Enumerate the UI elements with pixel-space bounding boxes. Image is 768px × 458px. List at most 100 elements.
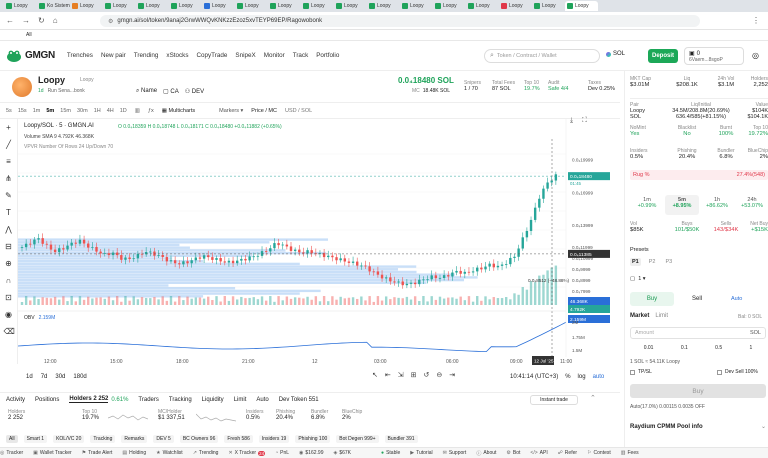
browser-tab[interactable]: Loopy (466, 1, 499, 11)
interval-5s[interactable]: 5s (6, 108, 12, 114)
interval-4H[interactable]: 4H (107, 108, 114, 114)
statusbar-support[interactable]: ✉ Support (443, 450, 467, 456)
interval-1D[interactable]: 1D (120, 108, 127, 114)
logo[interactable]: GMGN (6, 49, 55, 63)
pattern-icon[interactable]: ⋀ (4, 225, 14, 235)
token-creator[interactable]: Run Sena...bonk (48, 88, 85, 94)
tab-positions[interactable]: Positions (35, 397, 59, 403)
browser-tab[interactable]: Loopy (367, 1, 400, 11)
ca-link[interactable]: ▢ CA (163, 88, 179, 95)
eye-icon[interactable]: ◉ (4, 310, 14, 320)
statusbar--67k[interactable]: ◈ $67K (333, 450, 351, 456)
deposit-button[interactable]: Deposit (648, 49, 678, 63)
interval-1H[interactable]: 1H (94, 108, 101, 114)
statusbar-about[interactable]: ⓘ About (476, 450, 496, 457)
horizontal-line-icon[interactable]: ≡ (4, 157, 14, 167)
reset-icon[interactable]: ↺ (424, 371, 430, 379)
pitchfork-icon[interactable]: ⋔ (4, 174, 14, 184)
zoom-icon[interactable]: ⊕ (4, 259, 14, 269)
filter-chip[interactable]: Fresh 586 (224, 435, 253, 443)
buy-button[interactable]: Buy (630, 384, 766, 398)
statusbar-api[interactable]: </> API (530, 450, 547, 456)
lock-icon[interactable]: ⊡ (4, 293, 14, 303)
statusbar-tracker[interactable]: ◎ Tracker (0, 450, 23, 456)
filter-chip[interactable]: All (6, 435, 18, 443)
statusbar-wallet-tracker[interactable]: ▣ Wallet Tracker (33, 450, 72, 456)
bookmarks-all[interactable]: All (26, 32, 32, 38)
trendline-icon[interactable]: ╱ (4, 140, 14, 150)
browser-tab[interactable]: Loopy (301, 1, 334, 11)
trash-icon[interactable]: ⌫ (4, 327, 15, 337)
tab-auto[interactable]: Auto (256, 397, 268, 403)
browser-tab[interactable]: Loopy (400, 1, 433, 11)
step-back-icon[interactable]: ⇲ (398, 371, 404, 379)
devsell-checkbox[interactable]: Dev Sell 100% (717, 369, 758, 375)
text-icon[interactable]: T (4, 208, 14, 218)
panel-expand-icon[interactable]: ⌃ (590, 394, 596, 402)
indicators-icon[interactable]: ƒx (148, 108, 154, 114)
nav-new-pair[interactable]: New pair (101, 52, 126, 59)
amount-preset[interactable]: 0.1 (681, 345, 688, 351)
tab-holders[interactable]: Holders 2 252 (69, 396, 109, 403)
tab-traders[interactable]: Traders (138, 397, 158, 403)
nav-trenches[interactable]: Trenches (67, 52, 93, 59)
price-mc-toggle[interactable]: Price / MC (251, 108, 277, 114)
range-30d[interactable]: 30d (55, 374, 65, 380)
limit-tab[interactable]: Limit (655, 313, 668, 319)
statusbar-watchlist[interactable]: ★ Watchlist (156, 450, 183, 456)
home-icon[interactable]: ⌂ (53, 16, 58, 25)
dev-link[interactable]: ⚇ DEV (185, 88, 204, 95)
range-7d[interactable]: 7d (41, 374, 48, 380)
browser-tab[interactable]: Loopy (532, 1, 565, 11)
tpsl-checkbox[interactable]: TP/SL (630, 369, 652, 375)
ruler-icon[interactable]: ⊟ (4, 242, 14, 252)
filter-chip[interactable]: DEV 5 (153, 435, 174, 443)
browser-tab[interactable]: Loopy (334, 1, 367, 11)
filter-chip[interactable]: Remarks (121, 435, 148, 443)
crosshair-icon[interactable]: + (4, 123, 14, 133)
preset-P2[interactable]: P2 (647, 258, 658, 266)
statusbar-trade-alert[interactable]: ⚑ Trade Alert (82, 450, 113, 456)
amount-preset[interactable]: 1 (750, 345, 753, 351)
period-1h[interactable]: 1h +86.62% (700, 195, 734, 215)
tab-liquidity[interactable]: Liquidity (202, 397, 224, 403)
statusbar-fees[interactable]: ▥ Fees (621, 450, 639, 456)
interval-5m[interactable]: 5m (46, 108, 54, 114)
preset-P3[interactable]: P3 (663, 258, 674, 266)
amount-preset[interactable]: 0.01 (644, 345, 654, 351)
magnet-icon[interactable]: ∩ (4, 276, 14, 286)
nav-copytrade[interactable]: CopyTrade (196, 52, 227, 59)
wallet-select[interactable]: ▢ 1 ▾ (630, 276, 646, 282)
browser-tab[interactable]: Ko Sistema (37, 1, 70, 11)
filter-chip[interactable]: Smart 1 (23, 435, 48, 443)
statusbar-bot[interactable]: ⚙ Bot (506, 450, 520, 456)
site-info-icon[interactable]: ⚙ (108, 18, 113, 25)
browser-tab[interactable]: Loopy (136, 1, 169, 11)
filter-chip[interactable]: Phishing 100 (295, 435, 331, 443)
candle-type-icon[interactable]: ▥ (135, 108, 140, 114)
browser-tab[interactable]: Loopy (202, 1, 235, 11)
preset-P1[interactable]: P1 (630, 258, 641, 266)
brush-icon[interactable]: ✎ (4, 191, 14, 201)
browser-menu-icon[interactable]: ⋮ (752, 16, 760, 25)
filter-chip[interactable]: BC Owners 96 (179, 435, 219, 443)
chain-selector[interactable]: SOL (606, 51, 625, 57)
scroll-right-icon[interactable]: ⇥ (449, 371, 455, 379)
price-chart[interactable]: 0.0₄19999 0.0₄16999 0.0₄13999 0.0₄11999 0.0₄… (17, 117, 610, 369)
nav-trending[interactable]: Trending (134, 52, 159, 59)
statusbar-trending[interactable]: ↗ Trending (193, 450, 219, 456)
tab-tracking[interactable]: Tracking (169, 397, 192, 403)
range-1d[interactable]: 1d (26, 374, 33, 380)
filter-chip[interactable]: KOL/VC 20 (53, 435, 85, 443)
nav-portfolio[interactable]: Portfolio (316, 52, 339, 59)
browser-tab[interactable]: Loopy (169, 1, 202, 11)
interval-15s[interactable]: 15s (18, 108, 27, 114)
zoom-out-icon[interactable]: ⊖ (436, 371, 442, 379)
chart-download-icon[interactable]: ⤓ (570, 117, 573, 125)
log-scale[interactable]: log (578, 374, 586, 380)
browser-tab[interactable]: Loopy (433, 1, 466, 11)
statusbar-x-tracker[interactable]: ✕ X Tracker 24 (228, 450, 266, 456)
chart-svg[interactable]: 0.0₄19999 0.0₄16999 0.0₄13999 0.0₄11999 0.0₄… (17, 119, 610, 369)
range-180d[interactable]: 180d (73, 374, 86, 380)
auto-tab[interactable]: Auto (731, 296, 742, 302)
